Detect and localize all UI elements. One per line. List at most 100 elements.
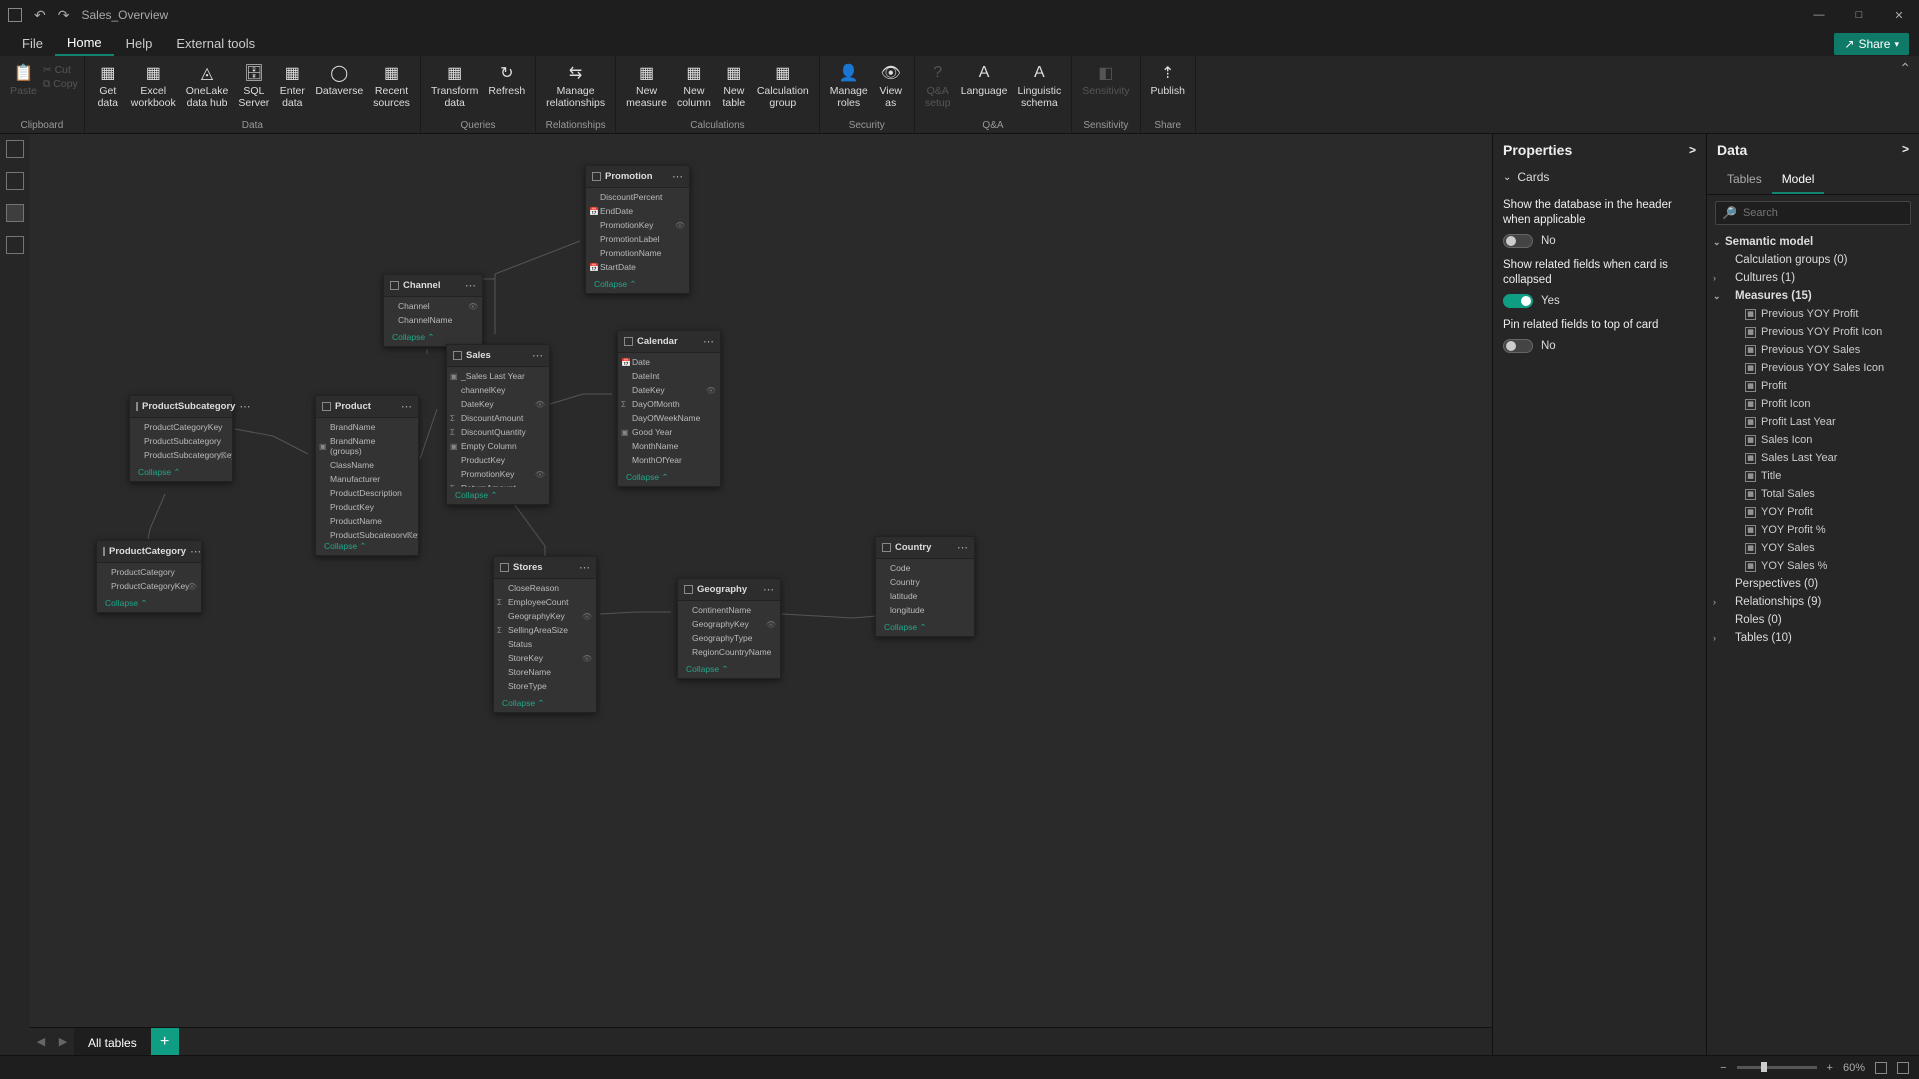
measure-yoy-profit[interactable]: ▦YOY Profit: [1711, 503, 1915, 521]
model-view-icon[interactable]: [6, 204, 24, 222]
zoom-in-icon[interactable]: +: [1827, 1062, 1833, 1074]
field-monthname[interactable]: MonthName: [618, 439, 720, 453]
ribbon-copy[interactable]: ⧉ Copy: [43, 78, 78, 91]
properties-collapse-icon[interactable]: >: [1689, 143, 1696, 157]
tree-node-cultures-1-[interactable]: ›Cultures (1): [1711, 269, 1915, 287]
measure-profit[interactable]: ▦Profit: [1711, 377, 1915, 395]
table-card-product[interactable]: Product⋯BrandName▣BrandName (groups)Clas…: [315, 395, 419, 556]
maximize-button[interactable]: □: [1839, 0, 1879, 30]
field-discountquantity[interactable]: ΣDiscountQuantity: [447, 425, 549, 439]
field-discountpercent[interactable]: DiscountPercent: [586, 190, 689, 204]
measure-yoy-sales[interactable]: ▦YOY Sales: [1711, 539, 1915, 557]
field-code[interactable]: Code: [876, 561, 974, 575]
report-view-icon[interactable]: [6, 140, 24, 158]
field-geographykey[interactable]: GeographyKey👁: [494, 609, 596, 623]
tab-prev-icon[interactable]: ◀: [30, 1035, 52, 1048]
field-storekey[interactable]: StoreKey👁: [494, 651, 596, 665]
fit-width-icon[interactable]: [1897, 1062, 1909, 1074]
ribbon-language[interactable]: ALanguage: [957, 60, 1012, 100]
field-brandname[interactable]: BrandName: [316, 420, 418, 434]
field-storetype[interactable]: StoreType: [494, 679, 596, 693]
ribbon-onelake-data-hub[interactable]: ◬OneLake data hub: [182, 60, 233, 111]
ribbon-view-as[interactable]: 👁View as: [874, 60, 908, 111]
measure-sales-icon[interactable]: ▦Sales Icon: [1711, 431, 1915, 449]
minimize-button[interactable]: —: [1799, 0, 1839, 30]
data-tab-model[interactable]: Model: [1772, 166, 1825, 194]
table-card-productsubcategory[interactable]: ProductSubcategory⋯ProductCategoryKeyPro…: [129, 395, 233, 482]
collapse-link[interactable]: Collapse ⌃: [876, 619, 974, 636]
field-productname[interactable]: ProductName: [316, 514, 418, 528]
ribbon-q&a-setup[interactable]: ?Q&A setup: [921, 60, 955, 111]
measure-previous-yoy-sales-icon[interactable]: ▦Previous YOY Sales Icon: [1711, 359, 1915, 377]
menu-item-home[interactable]: Home: [55, 31, 114, 56]
data-collapse-icon[interactable]: >: [1902, 142, 1909, 158]
measure-sales-last-year[interactable]: ▦Sales Last Year: [1711, 449, 1915, 467]
ribbon-new-column[interactable]: ▦New column: [673, 60, 715, 111]
dax-view-icon[interactable]: [6, 236, 24, 254]
field-productkey[interactable]: ProductKey: [447, 453, 549, 467]
ribbon-refresh[interactable]: ↻Refresh: [484, 60, 529, 100]
measure-previous-yoy-profit[interactable]: ▦Previous YOY Profit: [1711, 305, 1915, 323]
measure-previous-yoy-sales[interactable]: ▦Previous YOY Sales: [1711, 341, 1915, 359]
field-good-year[interactable]: ▣Good Year: [618, 425, 720, 439]
field-productdescription[interactable]: ProductDescription: [316, 486, 418, 500]
redo-icon[interactable]: ↷: [58, 7, 70, 24]
table-card-sales[interactable]: Sales⋯▣_Sales Last YearchannelKeyDateKey…: [446, 344, 550, 505]
collapse-link[interactable]: Collapse ⌃: [618, 469, 720, 486]
table-card-calendar[interactable]: Calendar⋯📅DateDateIntDateKey👁ΣDayOfMonth…: [617, 330, 721, 487]
fit-page-icon[interactable]: [1875, 1062, 1887, 1074]
more-icon[interactable]: ⋯: [465, 279, 476, 292]
field-dayofmonth[interactable]: ΣDayOfMonth: [618, 397, 720, 411]
table-view-icon[interactable]: [6, 172, 24, 190]
field-channel[interactable]: Channel👁: [384, 299, 482, 313]
field-closereason[interactable]: CloseReason: [494, 581, 596, 595]
menu-item-external-tools[interactable]: External tools: [164, 32, 267, 55]
field-productcategorykey[interactable]: ProductCategoryKey👁: [97, 579, 201, 593]
field-enddate[interactable]: 📅EndDate: [586, 204, 689, 218]
field-datekey[interactable]: DateKey👁: [618, 383, 720, 397]
field-returnamount[interactable]: ΣReturnAmount: [447, 481, 549, 487]
ribbon-collapse-chevron-icon[interactable]: ⌃: [1899, 60, 1911, 77]
table-card-country[interactable]: Country⋯CodeCountrylatitudelongitudeColl…: [875, 536, 975, 637]
ribbon-linguistic-schema[interactable]: ALinguistic schema: [1013, 60, 1065, 111]
field-country[interactable]: Country: [876, 575, 974, 589]
more-icon[interactable]: ⋯: [579, 561, 590, 574]
opt1-toggle[interactable]: [1503, 234, 1533, 248]
ribbon-calculation-group[interactable]: ▦Calculation group: [753, 60, 813, 111]
collapse-link[interactable]: Collapse ⌃: [494, 695, 596, 712]
field-regioncountryname[interactable]: RegionCountryName: [678, 645, 780, 659]
collapse-link[interactable]: Collapse ⌃: [586, 276, 689, 293]
tree-node-relationships-9-[interactable]: ›Relationships (9): [1711, 593, 1915, 611]
tree-node-measures-15-[interactable]: ⌄Measures (15): [1711, 287, 1915, 305]
field-longitude[interactable]: longitude: [876, 603, 974, 617]
ribbon-get-data[interactable]: ▦Get data: [91, 60, 125, 111]
field-promotionlabel[interactable]: PromotionLabel: [586, 232, 689, 246]
ribbon-excel-workbook[interactable]: ▦Excel workbook: [127, 60, 180, 111]
more-icon[interactable]: ⋯: [190, 545, 201, 558]
tab-next-icon[interactable]: ▶: [52, 1035, 74, 1048]
ribbon-dataverse[interactable]: ◯Dataverse: [311, 60, 367, 100]
table-card-geography[interactable]: Geography⋯ContinentNameGeographyKey👁Geog…: [677, 578, 781, 679]
cards-section-header[interactable]: ⌄ Cards: [1503, 166, 1696, 188]
more-icon[interactable]: ⋯: [957, 541, 968, 554]
collapse-link[interactable]: Collapse ⌃: [97, 595, 201, 612]
field-geographykey[interactable]: GeographyKey👁: [678, 617, 780, 631]
share-button[interactable]: ↗ Share ▾: [1834, 33, 1909, 55]
field-productsubcategory[interactable]: ProductSubcategory: [130, 434, 232, 448]
field-continentname[interactable]: ContinentName: [678, 603, 780, 617]
menu-item-help[interactable]: Help: [114, 32, 165, 55]
field-datekey[interactable]: DateKey👁: [447, 397, 549, 411]
table-card-channel[interactable]: Channel⋯Channel👁ChannelNameCollapse ⌃: [383, 274, 483, 347]
ribbon-sql-server[interactable]: 🗄SQL Server: [234, 60, 273, 111]
search-input[interactable]: [1743, 207, 1904, 219]
field-productsubcategorykey[interactable]: ProductSubcategoryKey👁: [316, 528, 418, 538]
measure-profit-icon[interactable]: ▦Profit Icon: [1711, 395, 1915, 413]
field-channelname[interactable]: ChannelName: [384, 313, 482, 327]
ribbon-paste[interactable]: 📋Paste: [6, 60, 41, 100]
more-icon[interactable]: ⋯: [532, 349, 543, 362]
tab-all-tables[interactable]: All tables: [74, 1028, 151, 1056]
more-icon[interactable]: ⋯: [763, 583, 774, 596]
field-productsubcategorykey[interactable]: ProductSubcategoryKey👁: [130, 448, 232, 462]
field-classname[interactable]: ClassName: [316, 458, 418, 472]
more-icon[interactable]: ⋯: [401, 400, 412, 413]
